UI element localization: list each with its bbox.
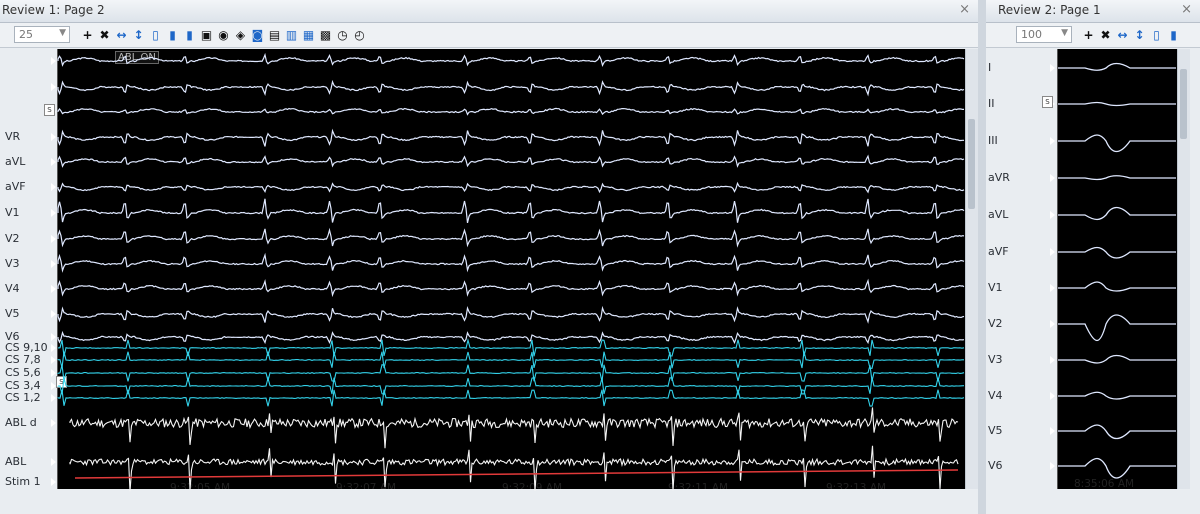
cs-trace <box>57 376 965 396</box>
ecg-trace <box>57 107 964 116</box>
ecg-trace-2 <box>1058 314 1176 342</box>
ecg-trace-2 <box>1058 62 1176 71</box>
ecg-trace-2 <box>1058 391 1176 400</box>
ecg-trace-2 <box>1058 457 1176 479</box>
ecg-trace <box>57 305 965 324</box>
waveform-traces <box>57 52 1176 492</box>
cs-trace <box>57 351 964 370</box>
ecg-trace <box>57 154 965 168</box>
ecg-trace-2 <box>1058 175 1176 181</box>
ecg-trace <box>57 227 965 248</box>
cs-trace <box>57 338 965 357</box>
stim-trace <box>74 469 959 479</box>
ecg-trace <box>57 278 965 298</box>
ecg-trace <box>57 198 965 224</box>
ecg-trace <box>57 52 965 67</box>
cs-trace <box>57 364 965 382</box>
ecg-trace-2 <box>1058 206 1176 221</box>
abl-trace <box>69 445 959 492</box>
ecg-trace <box>57 79 965 97</box>
ecg-trace <box>57 252 965 273</box>
ecg-trace-2 <box>1058 101 1176 107</box>
ecg-trace-2 <box>1058 281 1176 292</box>
cs-trace <box>57 389 965 407</box>
ecg-trace-2 <box>1058 134 1176 153</box>
ecg-trace <box>57 181 965 194</box>
ecg-trace <box>57 128 964 147</box>
ecg-trace-2 <box>1058 354 1176 364</box>
ecg-trace <box>57 330 965 345</box>
ecg-trace-2 <box>1058 246 1176 259</box>
ecg-trace-2 <box>1058 424 1176 440</box>
abl-d-trace <box>69 407 959 449</box>
